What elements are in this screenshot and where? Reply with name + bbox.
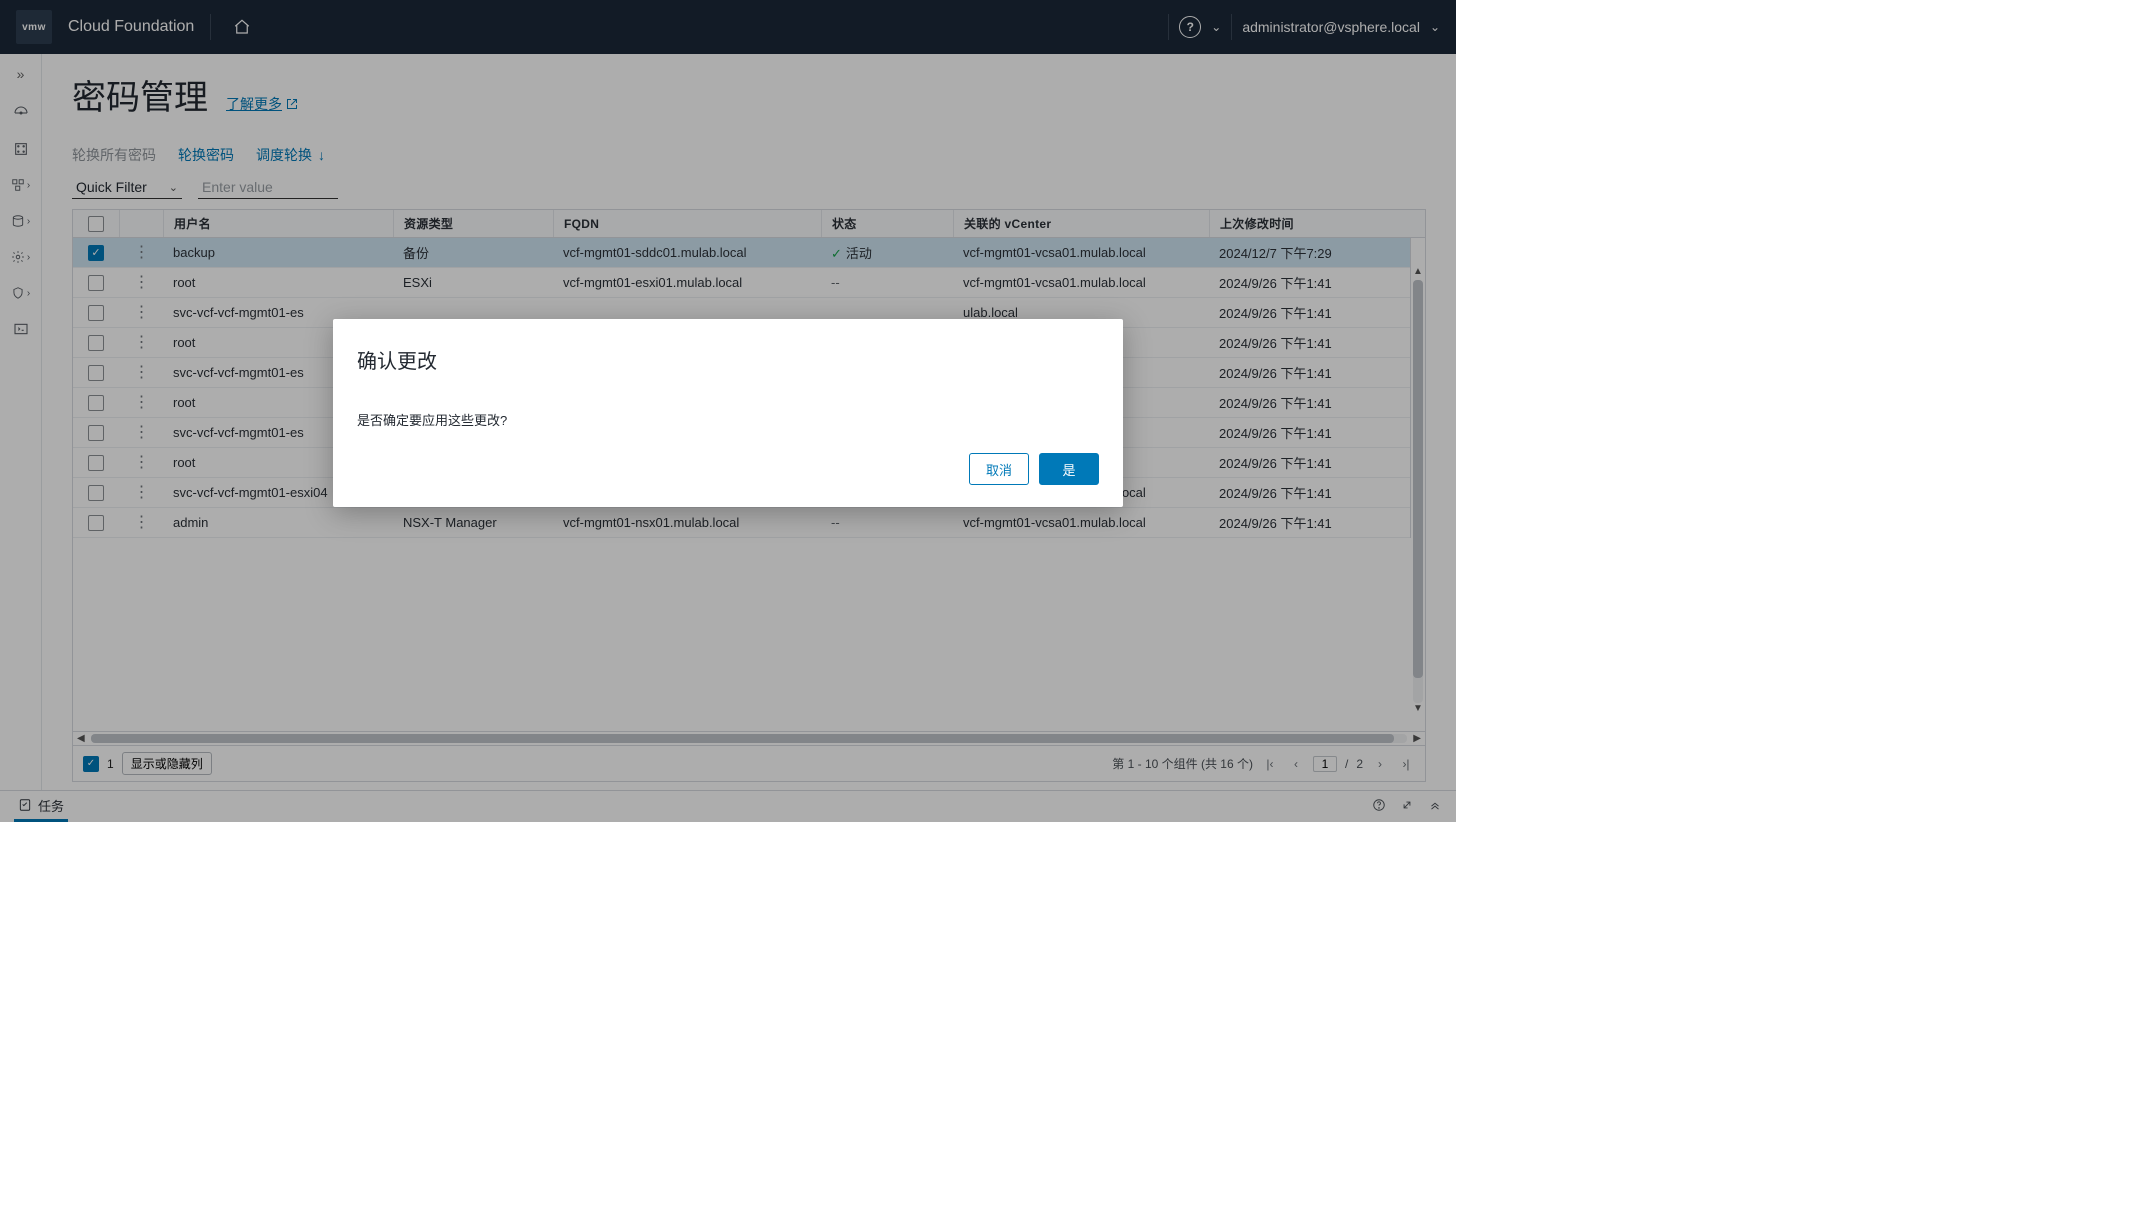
confirm-button[interactable]: 是 xyxy=(1039,453,1099,485)
confirm-modal: 确认更改 是否确定要应用这些更改? 取消 是 xyxy=(333,319,1123,507)
modal-title: 确认更改 xyxy=(357,345,1099,374)
modal-body: 是否确定要应用这些更改? xyxy=(357,410,1099,429)
cancel-button[interactable]: 取消 xyxy=(969,453,1029,485)
